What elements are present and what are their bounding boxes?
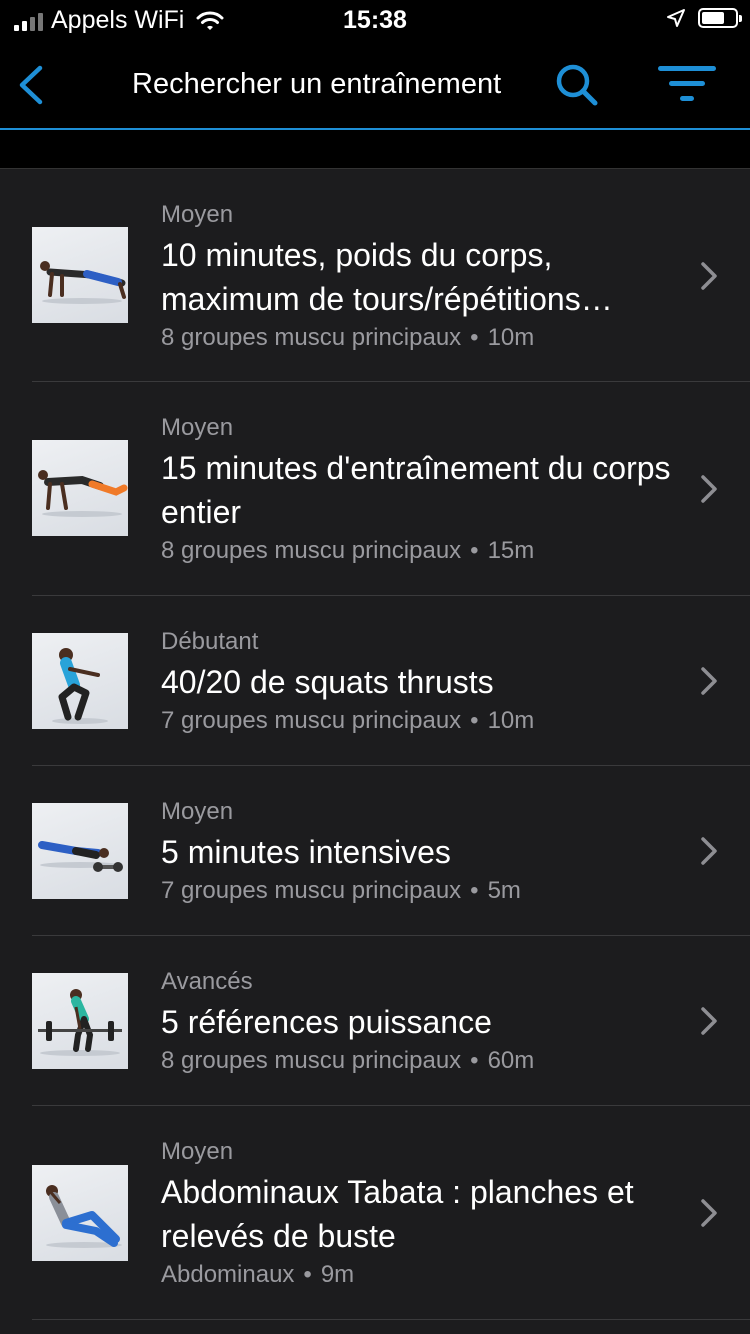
workout-duration: 10m [487, 707, 535, 734]
workout-duration: 10m [487, 324, 535, 351]
location-arrow-icon [667, 9, 685, 27]
filter-icon[interactable] [656, 62, 720, 108]
workout-muscles: 7 groupes muscu principaux [161, 707, 462, 734]
workout-row[interactable]: Moyen Abdominaux Tabata : planches et re… [0, 1106, 750, 1320]
workout-list: Moyen 10 minutes, poids du corps, maximu… [0, 169, 750, 1320]
chevron-right-icon [701, 1199, 717, 1227]
workout-meta: 8 groupes muscu principaux • 15m [161, 536, 681, 566]
chevron-right-icon [701, 667, 717, 695]
workout-row[interactable]: Débutant 40/20 de squats thrusts 7 group… [0, 596, 750, 766]
row-divider [32, 1319, 750, 1320]
workout-muscles: 8 groupes muscu principaux [161, 537, 462, 564]
workout-duration: 15m [487, 537, 535, 564]
workout-row[interactable]: Moyen 10 minutes, poids du corps, maximu… [0, 169, 750, 382]
section-spacer [0, 130, 750, 169]
workout-title: 5 minutes intensives [161, 834, 451, 870]
workout-thumbnail [32, 227, 128, 323]
workout-thumbnail [32, 440, 128, 536]
workout-meta: 8 groupes muscu principaux • 10m [161, 323, 681, 353]
clock: 15:38 [343, 6, 407, 34]
workout-muscles: Abdominaux [161, 1261, 295, 1288]
workout-level: Moyen [161, 201, 234, 228]
workout-duration: 5m [487, 877, 521, 904]
workout-duration: 60m [487, 1047, 535, 1074]
back-chevron-icon[interactable] [14, 62, 54, 108]
workout-level: Moyen [161, 798, 234, 825]
chevron-right-icon [701, 837, 717, 865]
workout-muscles: 8 groupes muscu principaux [161, 324, 462, 351]
workout-level: Avancés [161, 968, 253, 995]
chevron-right-icon [701, 475, 717, 503]
workout-meta: Abdominaux • 9m [161, 1260, 681, 1290]
workout-title: Abdominaux Tabata : planches et relevés … [161, 1174, 634, 1254]
workout-row[interactable]: Avancés 5 références puissance 8 groupes… [0, 936, 750, 1106]
meta-separator: • [470, 537, 479, 564]
workout-level: Moyen [161, 414, 234, 441]
workout-meta: 7 groupes muscu principaux • 5m [161, 876, 681, 906]
workout-title: 10 minutes, poids du corps, maximum de t… [161, 237, 613, 317]
workout-meta: 7 groupes muscu principaux • 10m [161, 706, 681, 736]
meta-separator: • [470, 707, 479, 734]
workout-row[interactable]: Moyen 5 minutes intensives 7 groupes mus… [0, 766, 750, 936]
workout-thumbnail [32, 633, 128, 729]
workout-level: Débutant [161, 628, 259, 655]
chevron-right-icon [701, 262, 717, 290]
workout-thumbnail [32, 973, 128, 1069]
workout-title: 40/20 de squats thrusts [161, 664, 494, 700]
meta-separator: • [470, 1047, 479, 1074]
meta-separator: • [470, 324, 479, 351]
battery-icon [698, 8, 742, 28]
search-icon[interactable] [552, 60, 602, 110]
workout-muscles: 8 groupes muscu principaux [161, 1047, 462, 1074]
workout-thumbnail [32, 1165, 128, 1261]
meta-separator: • [303, 1261, 312, 1288]
workout-title: 15 minutes d'entraînement du corps entie… [161, 450, 671, 530]
workout-level: Moyen [161, 1138, 234, 1165]
workout-row[interactable]: Moyen 15 minutes d'entraînement du corps… [0, 382, 750, 596]
workout-muscles: 7 groupes muscu principaux [161, 877, 462, 904]
meta-separator: • [470, 877, 479, 904]
navigation-bar: Rechercher un entraînement [0, 42, 750, 130]
workout-meta: 8 groupes muscu principaux • 60m [161, 1046, 681, 1076]
chevron-right-icon [701, 1007, 717, 1035]
page-title: Rechercher un entraînement [132, 68, 502, 100]
workout-thumbnail [32, 803, 128, 899]
workout-duration: 9m [320, 1261, 355, 1288]
workout-title: 5 références puissance [161, 1004, 492, 1040]
status-bar: Appels WiFi 15:38 [0, 0, 750, 42]
